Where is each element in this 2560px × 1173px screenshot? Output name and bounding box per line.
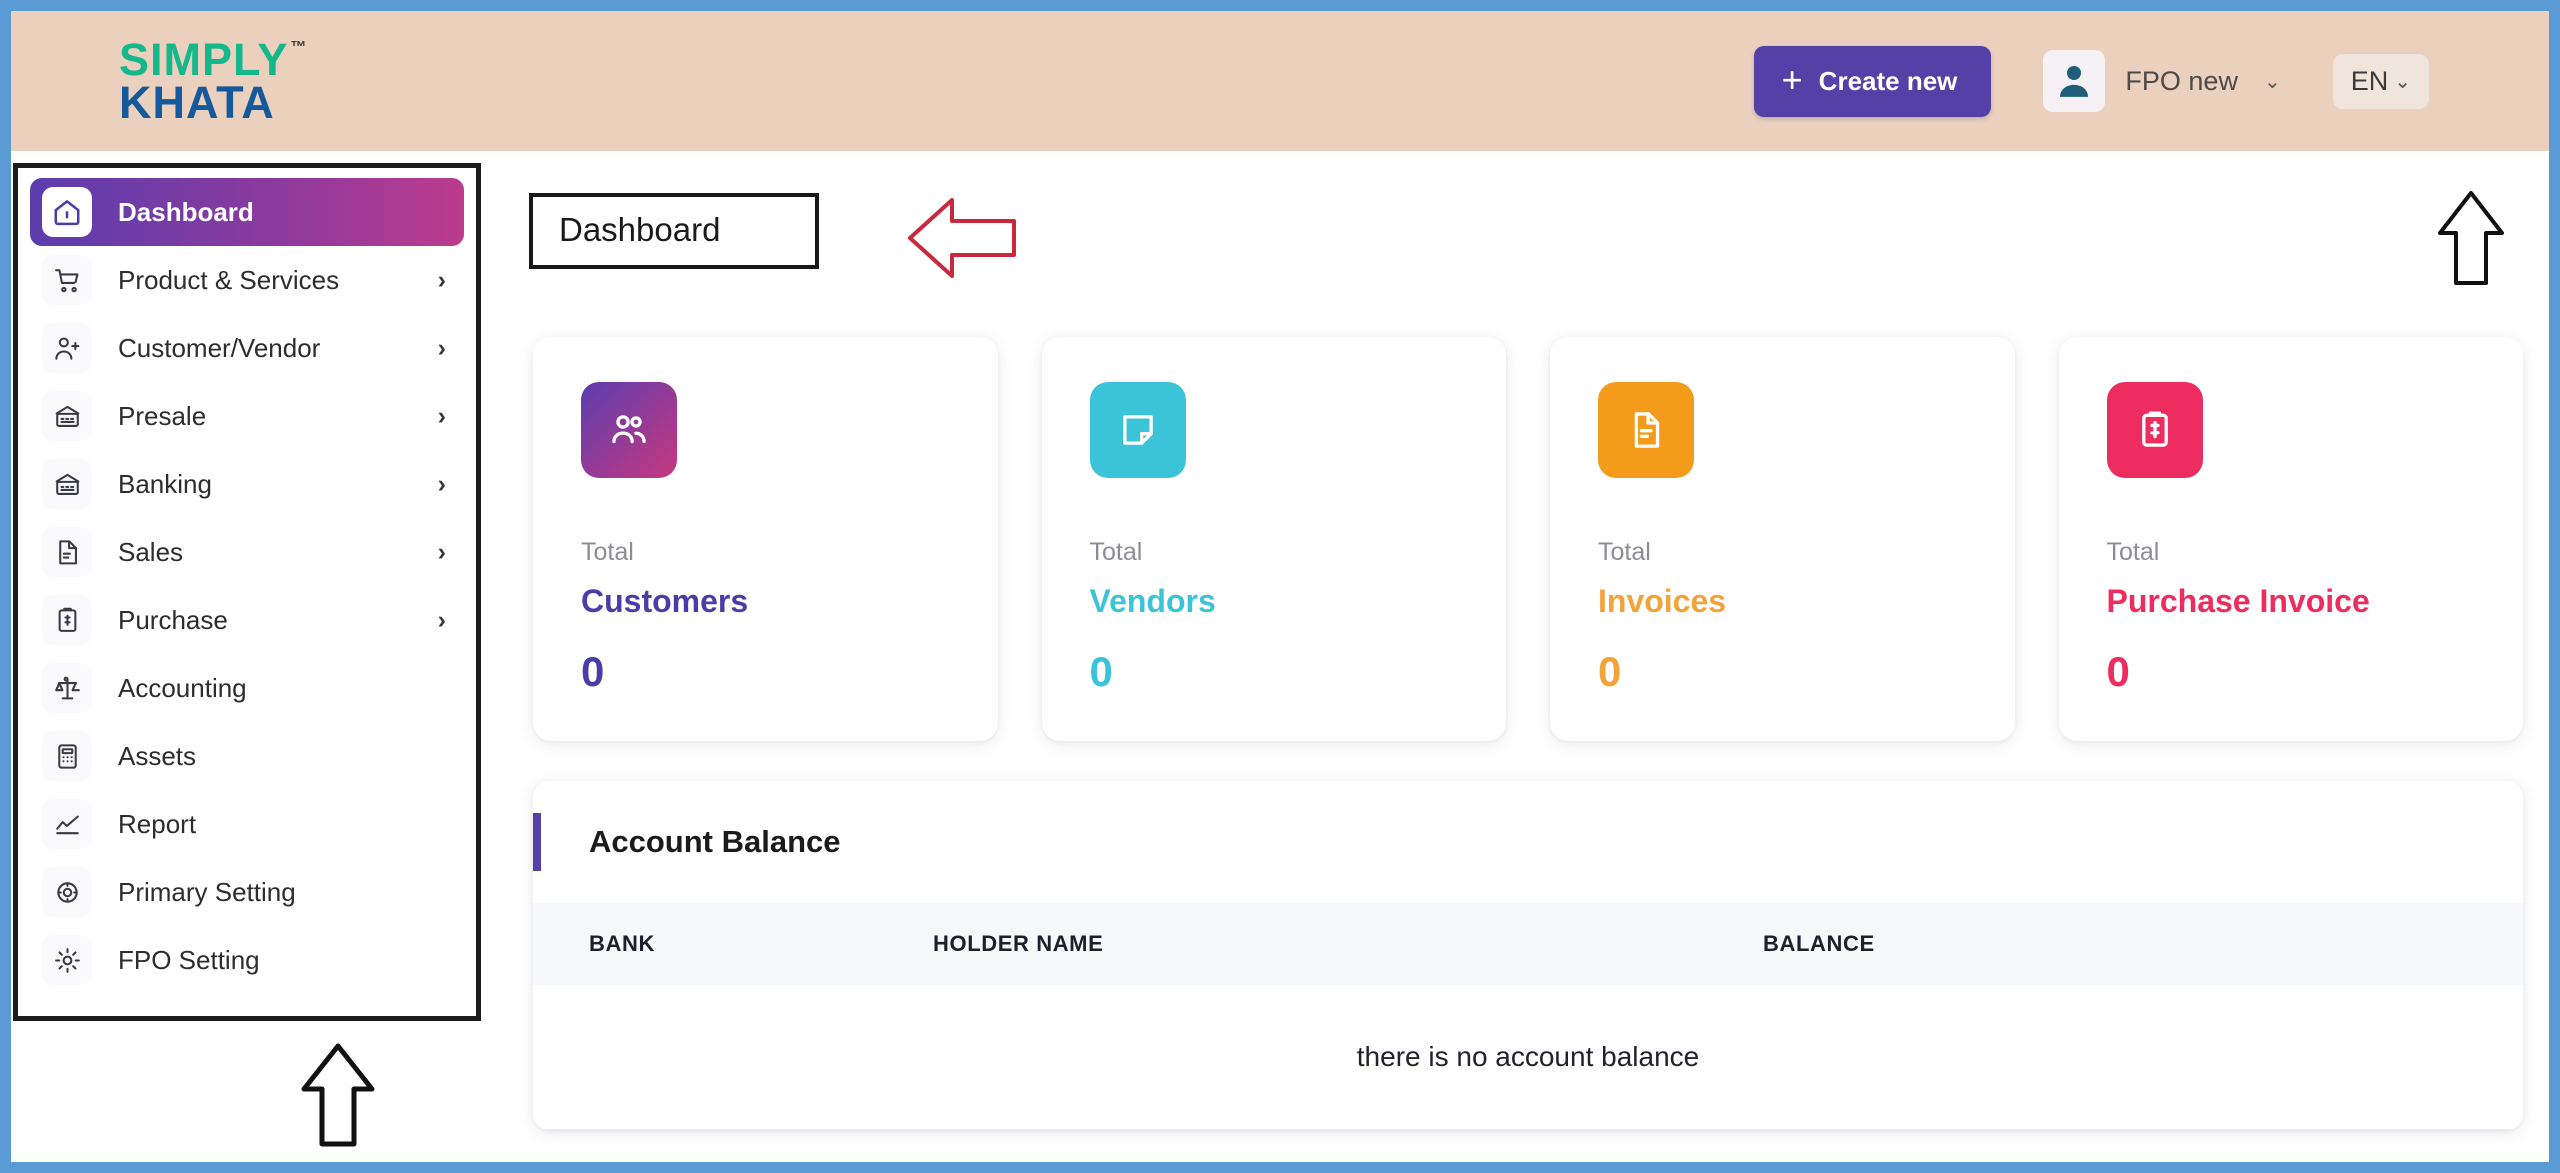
- sidebar-item-label: Product & Services: [118, 264, 340, 295]
- header-actions: + Create new FPO new ⌄ EN ⌄: [1753, 45, 2429, 117]
- users-icon: [581, 382, 677, 478]
- language-selector[interactable]: EN ⌄: [2332, 53, 2429, 109]
- accent-bar: [533, 813, 541, 871]
- sidebar-item-label: Primary Setting: [118, 876, 296, 907]
- sidebar-item-label: Dashboard: [118, 196, 254, 227]
- chevron-down-icon: ⌄: [2394, 70, 2411, 93]
- note-icon: [1089, 382, 1186, 478]
- account-balance-table: BANK HOLDER NAME BALANCE there is no acc…: [533, 903, 2523, 1130]
- stat-card-customers[interactable]: Total Customers 0: [533, 337, 998, 741]
- logo-text-khata: KHATA: [119, 77, 275, 128]
- sidebar-item-fpo-setting[interactable]: FPO Setting ›: [30, 926, 464, 994]
- logo-trademark-mark: ™: [290, 38, 307, 56]
- sidebar-item-assets[interactable]: Assets ›: [30, 722, 464, 790]
- annotation-arrow-up-right: [2436, 189, 2506, 287]
- plus-icon: +: [1781, 58, 1803, 100]
- stat-value: 0: [581, 648, 605, 695]
- sidebar-item-label: FPO Setting: [118, 944, 260, 975]
- cart-icon: [42, 255, 92, 305]
- annotation-arrow-left: [906, 193, 1018, 283]
- account-balance-panel: Account Balance BANK HOLDER NAME BALANCE…: [533, 781, 2523, 1130]
- create-new-button-label: Create new: [1818, 65, 1958, 96]
- sidebar-item-label: Accounting: [118, 672, 247, 703]
- language-label: EN: [2350, 65, 2389, 96]
- chevron-right-icon: ›: [437, 605, 446, 634]
- sidebar-item-sales[interactable]: Sales ›: [30, 518, 464, 586]
- scales-icon: [42, 663, 92, 713]
- user-plus-icon: [42, 323, 92, 373]
- create-new-button[interactable]: + Create new: [1753, 45, 1992, 117]
- section-title: Account Balance: [589, 824, 841, 859]
- top-header-bar: SIMPLY KHATA ™ + Create new FPO new ⌄ EN…: [11, 11, 2549, 151]
- sidebar-item-label: Presale: [118, 400, 207, 431]
- sidebar-navigation: Dashboard › Product & Services ›: [13, 163, 481, 1021]
- table-empty-row: there is no account balance: [533, 985, 2523, 1130]
- sidebar-item-label: Banking: [118, 468, 212, 499]
- chevron-right-icon: ›: [437, 333, 446, 362]
- user-menu[interactable]: FPO new ⌄: [2043, 50, 2281, 112]
- chevron-right-icon: ›: [437, 265, 446, 294]
- stat-name-label: Customers: [581, 583, 749, 619]
- bank-icon: [42, 459, 92, 509]
- document-icon: [42, 527, 92, 577]
- main-content: Dashboard Total Customers 0 Total Vendor…: [511, 161, 2549, 1162]
- home-icon: [42, 187, 92, 237]
- chart-line-icon: [42, 799, 92, 849]
- user-name-label: FPO new: [2125, 65, 2238, 96]
- avatar: [2043, 50, 2106, 112]
- chevron-down-icon: ⌄: [2263, 70, 2281, 93]
- stat-total-label: Total: [1598, 538, 1651, 566]
- sidebar-item-label: Sales: [118, 536, 184, 567]
- gear-icon: [42, 935, 92, 985]
- column-header-bank: BANK: [589, 931, 655, 956]
- settings-icon: [42, 867, 92, 917]
- stat-card-vendors[interactable]: Total Vendors 0: [1041, 337, 1506, 741]
- sidebar-item-banking[interactable]: Banking ›: [30, 450, 464, 518]
- page-title: Dashboard: [529, 193, 819, 269]
- sidebar-item-product-services[interactable]: Product & Services ›: [30, 246, 464, 314]
- stat-name-label: Vendors: [1089, 583, 1216, 619]
- sidebar-item-accounting[interactable]: Accounting ›: [30, 654, 464, 722]
- annotation-arrow-up-sidebar: [299, 1041, 377, 1149]
- sidebar-item-label: Purchase: [118, 604, 228, 635]
- chevron-right-icon: ›: [437, 469, 446, 498]
- stat-total-label: Total: [581, 538, 634, 566]
- stat-value: 0: [1598, 648, 1622, 695]
- app-window: SIMPLY KHATA ™ + Create new FPO new ⌄ EN…: [11, 11, 2549, 1162]
- chevron-right-icon: ›: [437, 401, 446, 430]
- sidebar-item-primary-setting[interactable]: Primary Setting ›: [30, 858, 464, 926]
- sidebar-item-presale[interactable]: Presale ›: [30, 382, 464, 450]
- stat-name-label: Purchase Invoice: [2106, 583, 2370, 619]
- sidebar-item-customer-vendor[interactable]: Customer/Vendor ›: [30, 314, 464, 382]
- sidebar-item-label: Customer/Vendor: [118, 332, 321, 363]
- table-header-row: BANK HOLDER NAME BALANCE: [533, 903, 2523, 985]
- stat-total-label: Total: [1089, 538, 1143, 566]
- sidebar-item-dashboard[interactable]: Dashboard ›: [30, 178, 464, 246]
- stat-value: 0: [2106, 648, 2130, 695]
- file-icon: [1598, 382, 1694, 478]
- clipboard-icon: [42, 595, 92, 645]
- empty-state-message: there is no account balance: [533, 985, 2523, 1130]
- stat-total-label: Total: [2106, 538, 2160, 566]
- app-logo[interactable]: SIMPLY KHATA ™: [119, 33, 306, 128]
- receipt-icon: [2106, 382, 2203, 478]
- stat-card-purchase-invoice[interactable]: Total Purchase Invoice 0: [2058, 337, 2523, 741]
- logo-text-simply: SIMPLY: [119, 33, 289, 85]
- stat-card-row: Total Customers 0 Total Vendors 0 Total …: [533, 337, 2523, 741]
- account-balance-header: Account Balance: [533, 781, 2523, 903]
- column-header-balance: BALANCE: [1763, 931, 1875, 956]
- chevron-right-icon: ›: [437, 537, 446, 566]
- bank-icon: [42, 391, 92, 441]
- stat-name-label: Invoices: [1598, 583, 1727, 619]
- sidebar-item-purchase[interactable]: Purchase ›: [30, 586, 464, 654]
- stat-value: 0: [1089, 648, 1113, 695]
- column-header-holder-name: HOLDER NAME: [933, 931, 1104, 956]
- sidebar-item-label: Report: [118, 808, 197, 839]
- stat-card-invoices[interactable]: Total Invoices 0: [1550, 337, 2015, 741]
- calculator-icon: [42, 731, 92, 781]
- sidebar-item-report[interactable]: Report ›: [30, 790, 464, 858]
- sidebar-item-label: Assets: [118, 740, 197, 771]
